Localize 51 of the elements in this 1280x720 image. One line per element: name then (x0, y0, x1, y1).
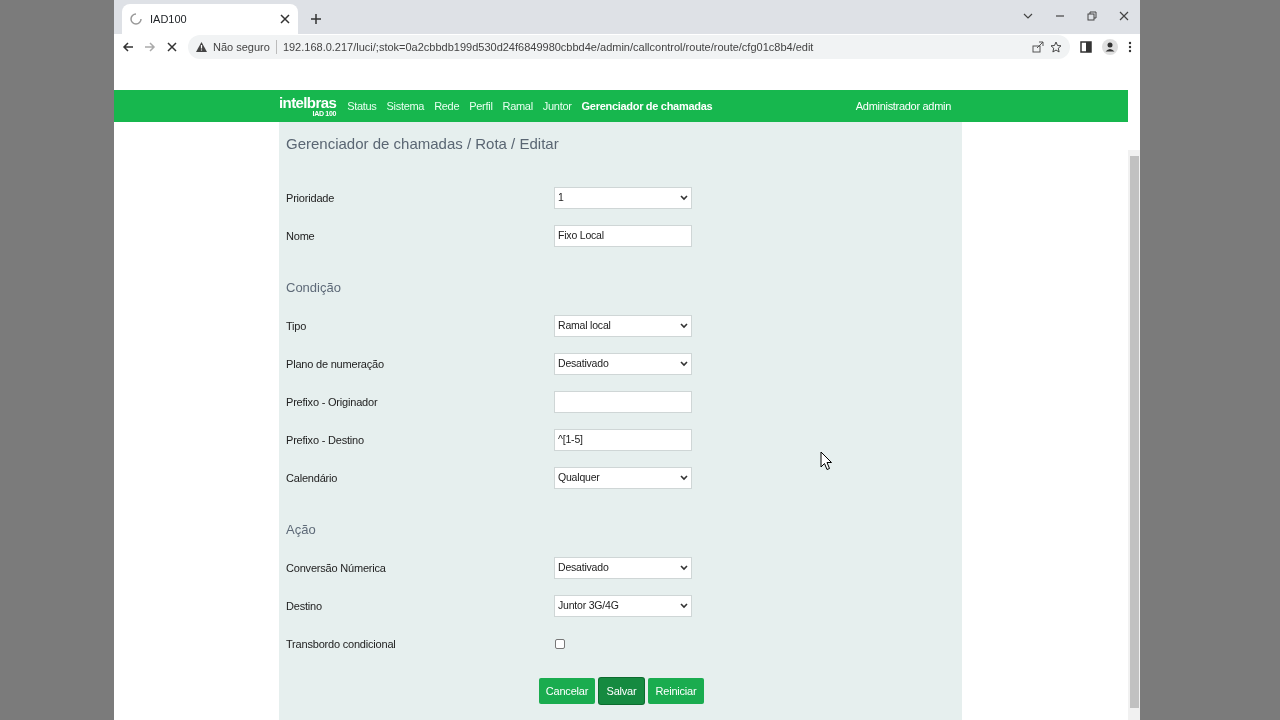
field-label: Destino (286, 598, 323, 614)
field-label: Transbordo condicional (286, 636, 397, 652)
field-label: Nome (286, 228, 316, 244)
url-text: 192.168.0.217/luci/;stok=0a2cbbdb199d530d24f6849980cbbd4e/admin/callcontrol/route/route/cfg01c8b4/edit (282, 39, 814, 55)
warning-icon (196, 42, 207, 52)
star-icon[interactable] (1050, 41, 1062, 53)
address-bar[interactable]: Não seguro 192.168.0.217/luci/;stok=0a2cbbdb199d530d24f6849980cbbd4e/admin/callcontrol/route/route/cfg01c8b4/edit (188, 35, 1070, 59)
select-field[interactable]: Desativado (554, 557, 692, 579)
input-field[interactable] (554, 391, 692, 413)
select-field[interactable]: Juntor 3G/4G (554, 595, 692, 617)
field-label: Prefixo - Destino (286, 432, 365, 448)
caret-icon (680, 603, 688, 609)
caret-icon (680, 475, 688, 481)
select-field[interactable]: Desativado (554, 353, 692, 375)
close-icon[interactable] (280, 14, 290, 24)
scrollbar[interactable] (1128, 150, 1140, 720)
form-button[interactable]: Salvar (599, 678, 644, 704)
field-label: Tipo (286, 318, 308, 334)
select-field[interactable]: Qualquer (554, 467, 692, 489)
input-field[interactable]: Fixo Local (554, 225, 692, 247)
logo-text: intelbras (279, 95, 337, 110)
side-panel-icon[interactable] (1080, 41, 1092, 53)
browser-tab[interactable]: IAD100 (122, 4, 298, 34)
close-icon[interactable] (1118, 10, 1130, 22)
field-label: Plano de numeração (286, 356, 385, 372)
section-heading: Ação (286, 521, 317, 540)
section-heading: Condição (286, 279, 342, 298)
restore-icon[interactable] (1086, 10, 1098, 22)
share-icon[interactable] (1032, 41, 1044, 53)
input-field[interactable]: ^[1-5] (554, 429, 692, 451)
page-title: Gerenciador de chamadas / Rota / Editar (286, 134, 560, 154)
select-field[interactable]: Ramal local (554, 315, 692, 337)
profile-icon[interactable] (1102, 39, 1118, 55)
loading-icon (130, 13, 142, 25)
checkbox[interactable] (555, 639, 565, 649)
back-icon[interactable] (122, 41, 134, 53)
stop-icon[interactable] (166, 41, 178, 53)
security-label: Não seguro (213, 39, 270, 55)
field-label: Prioridade (286, 190, 336, 206)
caret-icon (680, 195, 688, 201)
caret-icon (680, 323, 688, 329)
cursor-icon (820, 451, 832, 471)
select-field[interactable]: 1 (554, 187, 692, 209)
user-label: Administrador admin (855, 98, 951, 114)
more-icon[interactable] (1128, 41, 1132, 53)
caret-icon (680, 361, 688, 367)
field-label: Conversão Númerica (286, 560, 387, 576)
new-tab-icon[interactable] (310, 13, 322, 25)
field-label: Prefixo - Originador (286, 394, 379, 410)
caret-icon (680, 565, 688, 571)
field-label: Calendário (286, 470, 339, 486)
